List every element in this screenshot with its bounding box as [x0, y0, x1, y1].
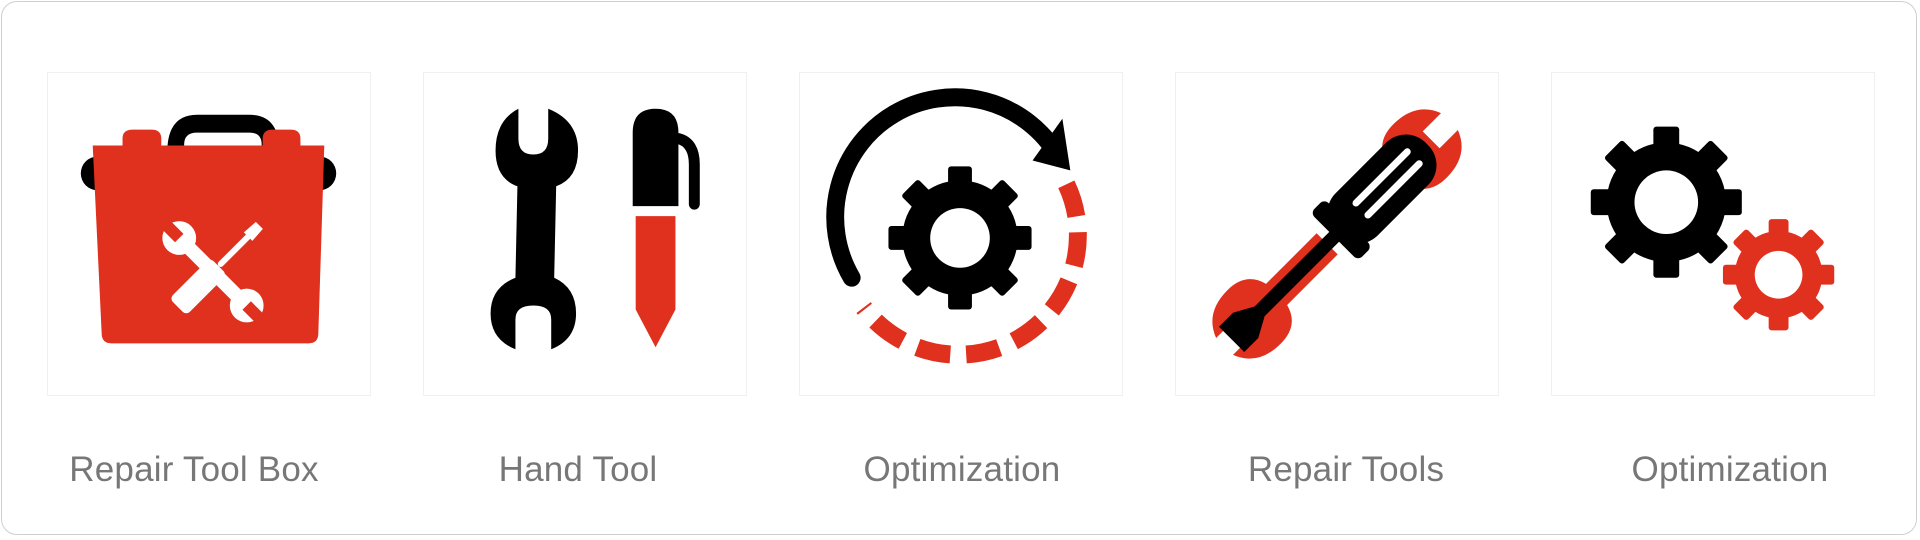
icon-tile — [1551, 72, 1875, 396]
icon-label: Optimization — [1631, 450, 1829, 489]
gear-with-cycle-arrow-icon — [826, 88, 1087, 364]
icon-label: Optimization — [863, 450, 1061, 489]
large-gear-icon — [1590, 126, 1742, 278]
icon-tile — [423, 72, 747, 396]
wrench-icon — [490, 108, 579, 350]
icon-label: Hand Tool — [498, 450, 658, 489]
icon-set-frame: Repair Tool Box Hand Tool Optimization R… — [1, 1, 1917, 535]
icon-card-repair-tool-box: Repair Tool Box — [2, 2, 386, 540]
marker-icon — [632, 108, 700, 348]
icon-tile — [799, 72, 1123, 396]
crossed-wrench-screwdriver-icon — [1212, 109, 1462, 359]
wrench-and-marker-icon — [490, 108, 700, 350]
icon-tile — [47, 72, 371, 396]
icon-card-optimization-gears: Optimization — [1538, 2, 1920, 540]
small-gear-icon — [1722, 219, 1835, 331]
icon-label: Repair Tool Box — [69, 450, 319, 489]
icon-card-repair-tools: Repair Tools — [1154, 2, 1538, 540]
icon-card-optimization-cycle: Optimization — [770, 2, 1154, 540]
repair-toolbox-icon — [80, 114, 337, 344]
icon-card-hand-tool: Hand Tool — [386, 2, 770, 540]
two-gears-icon — [1590, 126, 1835, 331]
icon-tile — [1175, 72, 1499, 396]
icon-label: Repair Tools — [1247, 450, 1445, 489]
